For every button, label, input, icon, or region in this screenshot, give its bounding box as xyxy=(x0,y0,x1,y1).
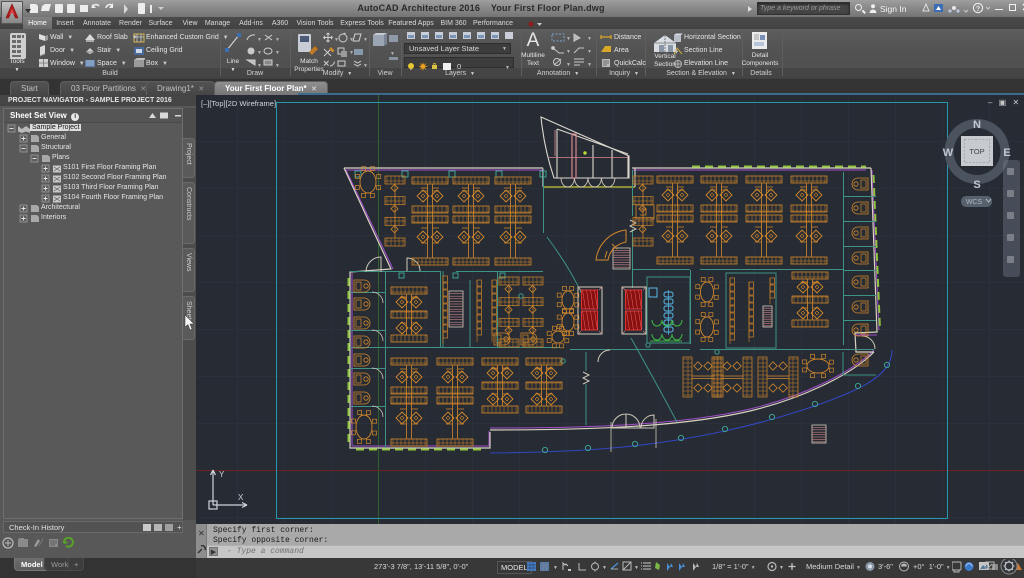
svg-text:▼: ▼ xyxy=(566,49,571,55)
svg-text:▼: ▼ xyxy=(349,50,354,56)
svg-text:▼: ▼ xyxy=(587,36,592,42)
svg-text:▼: ▼ xyxy=(602,565,607,571)
svg-text:▼: ▼ xyxy=(257,50,262,56)
svg-text:▼: ▼ xyxy=(587,49,592,55)
svg-text:Y: Y xyxy=(219,470,225,479)
svg-text:▼: ▼ xyxy=(390,51,395,57)
svg-text:▼: ▼ xyxy=(363,37,368,43)
svg-text:▼: ▼ xyxy=(334,37,339,43)
svg-text:TOP: TOP xyxy=(969,147,984,156)
svg-text:?: ? xyxy=(976,6,980,13)
svg-text:▼: ▼ xyxy=(553,565,558,571)
svg-text:▼: ▼ xyxy=(275,50,280,56)
svg-text:E: E xyxy=(1003,147,1010,159)
svg-text:S: S xyxy=(973,179,980,191)
svg-text:▼: ▼ xyxy=(505,65,510,71)
svg-text:W: W xyxy=(943,147,954,159)
svg-text:▼: ▼ xyxy=(349,37,354,43)
svg-text:▼: ▼ xyxy=(634,565,639,571)
svg-text:▼: ▼ xyxy=(275,37,280,43)
svg-text:X: X xyxy=(238,493,244,502)
svg-text:N: N xyxy=(973,119,981,131)
svg-text:▼: ▼ xyxy=(779,565,784,571)
svg-text:▼: ▼ xyxy=(566,36,571,42)
svg-text:WCS: WCS xyxy=(966,199,983,206)
svg-text:+: + xyxy=(177,523,182,532)
svg-text:▼: ▼ xyxy=(257,37,262,43)
